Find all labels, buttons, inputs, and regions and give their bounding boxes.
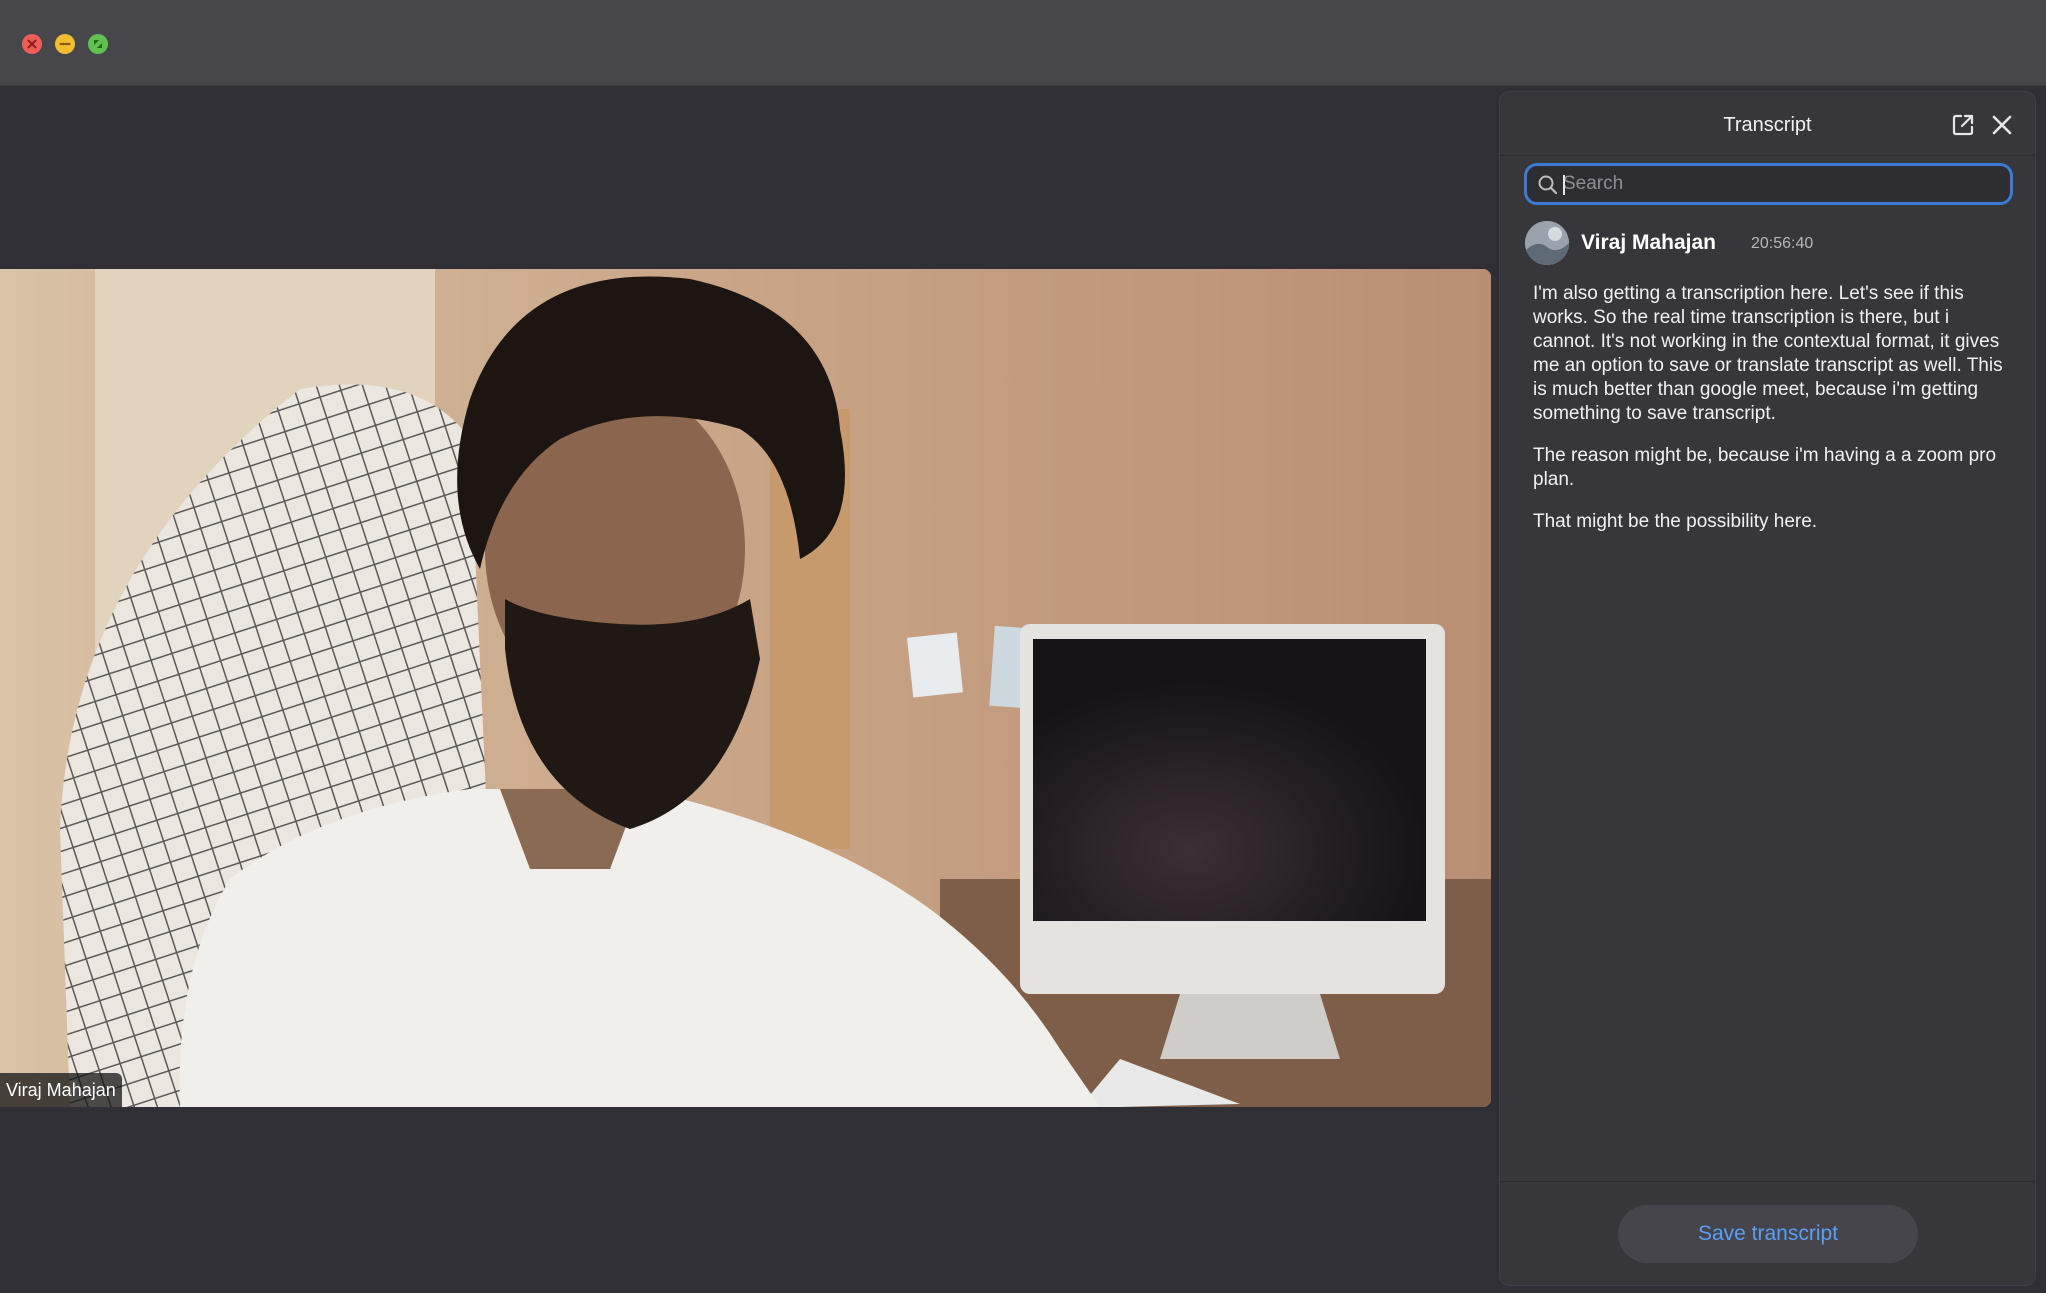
avatar[interactable] — [1525, 221, 1569, 265]
transcript-panel: Transcript Search Viraj Mahajan 20:56:40… — [1499, 91, 2036, 1286]
maximize-icon — [94, 40, 102, 48]
search-input[interactable] — [1563, 169, 2003, 199]
save-transcript-button[interactable]: Save transcript — [1618, 1205, 1918, 1263]
close-icon — [27, 39, 37, 49]
transcript-entry-header: Viraj Mahajan 20:56:40 — [1525, 221, 2015, 267]
title-bar — [0, 0, 2046, 86]
avatar-image — [1525, 221, 1569, 265]
transcript-header: Transcript — [1500, 92, 2035, 156]
video-stage: Viraj Mahajan — [0, 86, 1495, 1293]
app-window: Viraj Mahajan Transcript Search Viraj Ma… — [0, 0, 2046, 1293]
timestamp: 20:56:40 — [1751, 235, 1814, 252]
participant-video[interactable]: Viraj Mahajan — [0, 269, 1491, 1107]
text-cursor — [1563, 175, 1565, 195]
transcript-entry-text: I'm also getting a transcription here. L… — [1533, 282, 2013, 552]
popout-button[interactable] — [1949, 111, 1977, 139]
close-panel-button[interactable] — [1988, 111, 2016, 139]
search-field[interactable] — [1524, 163, 2013, 205]
minimize-icon — [59, 42, 71, 46]
maximize-window-button[interactable] — [88, 34, 108, 54]
minimize-window-button[interactable] — [55, 34, 75, 54]
transcript-footer: Save transcript — [1500, 1181, 2035, 1285]
transcript-paragraph: The reason might be, because i'm having … — [1533, 445, 1997, 490]
search-icon — [1538, 175, 1558, 195]
speaker-name: Viraj Mahajan — [1581, 231, 1717, 254]
popout-icon — [1952, 114, 1974, 136]
participant-name-label: Viraj Mahajan — [0, 1073, 122, 1107]
transcript-paragraph: That might be the possibility here. — [1533, 511, 1818, 532]
close-window-button[interactable] — [22, 34, 42, 54]
transcript-paragraph: I'm also getting a transcription here. L… — [1533, 283, 2003, 424]
video-frame-image — [0, 269, 1491, 1107]
close-icon — [1992, 115, 2012, 135]
